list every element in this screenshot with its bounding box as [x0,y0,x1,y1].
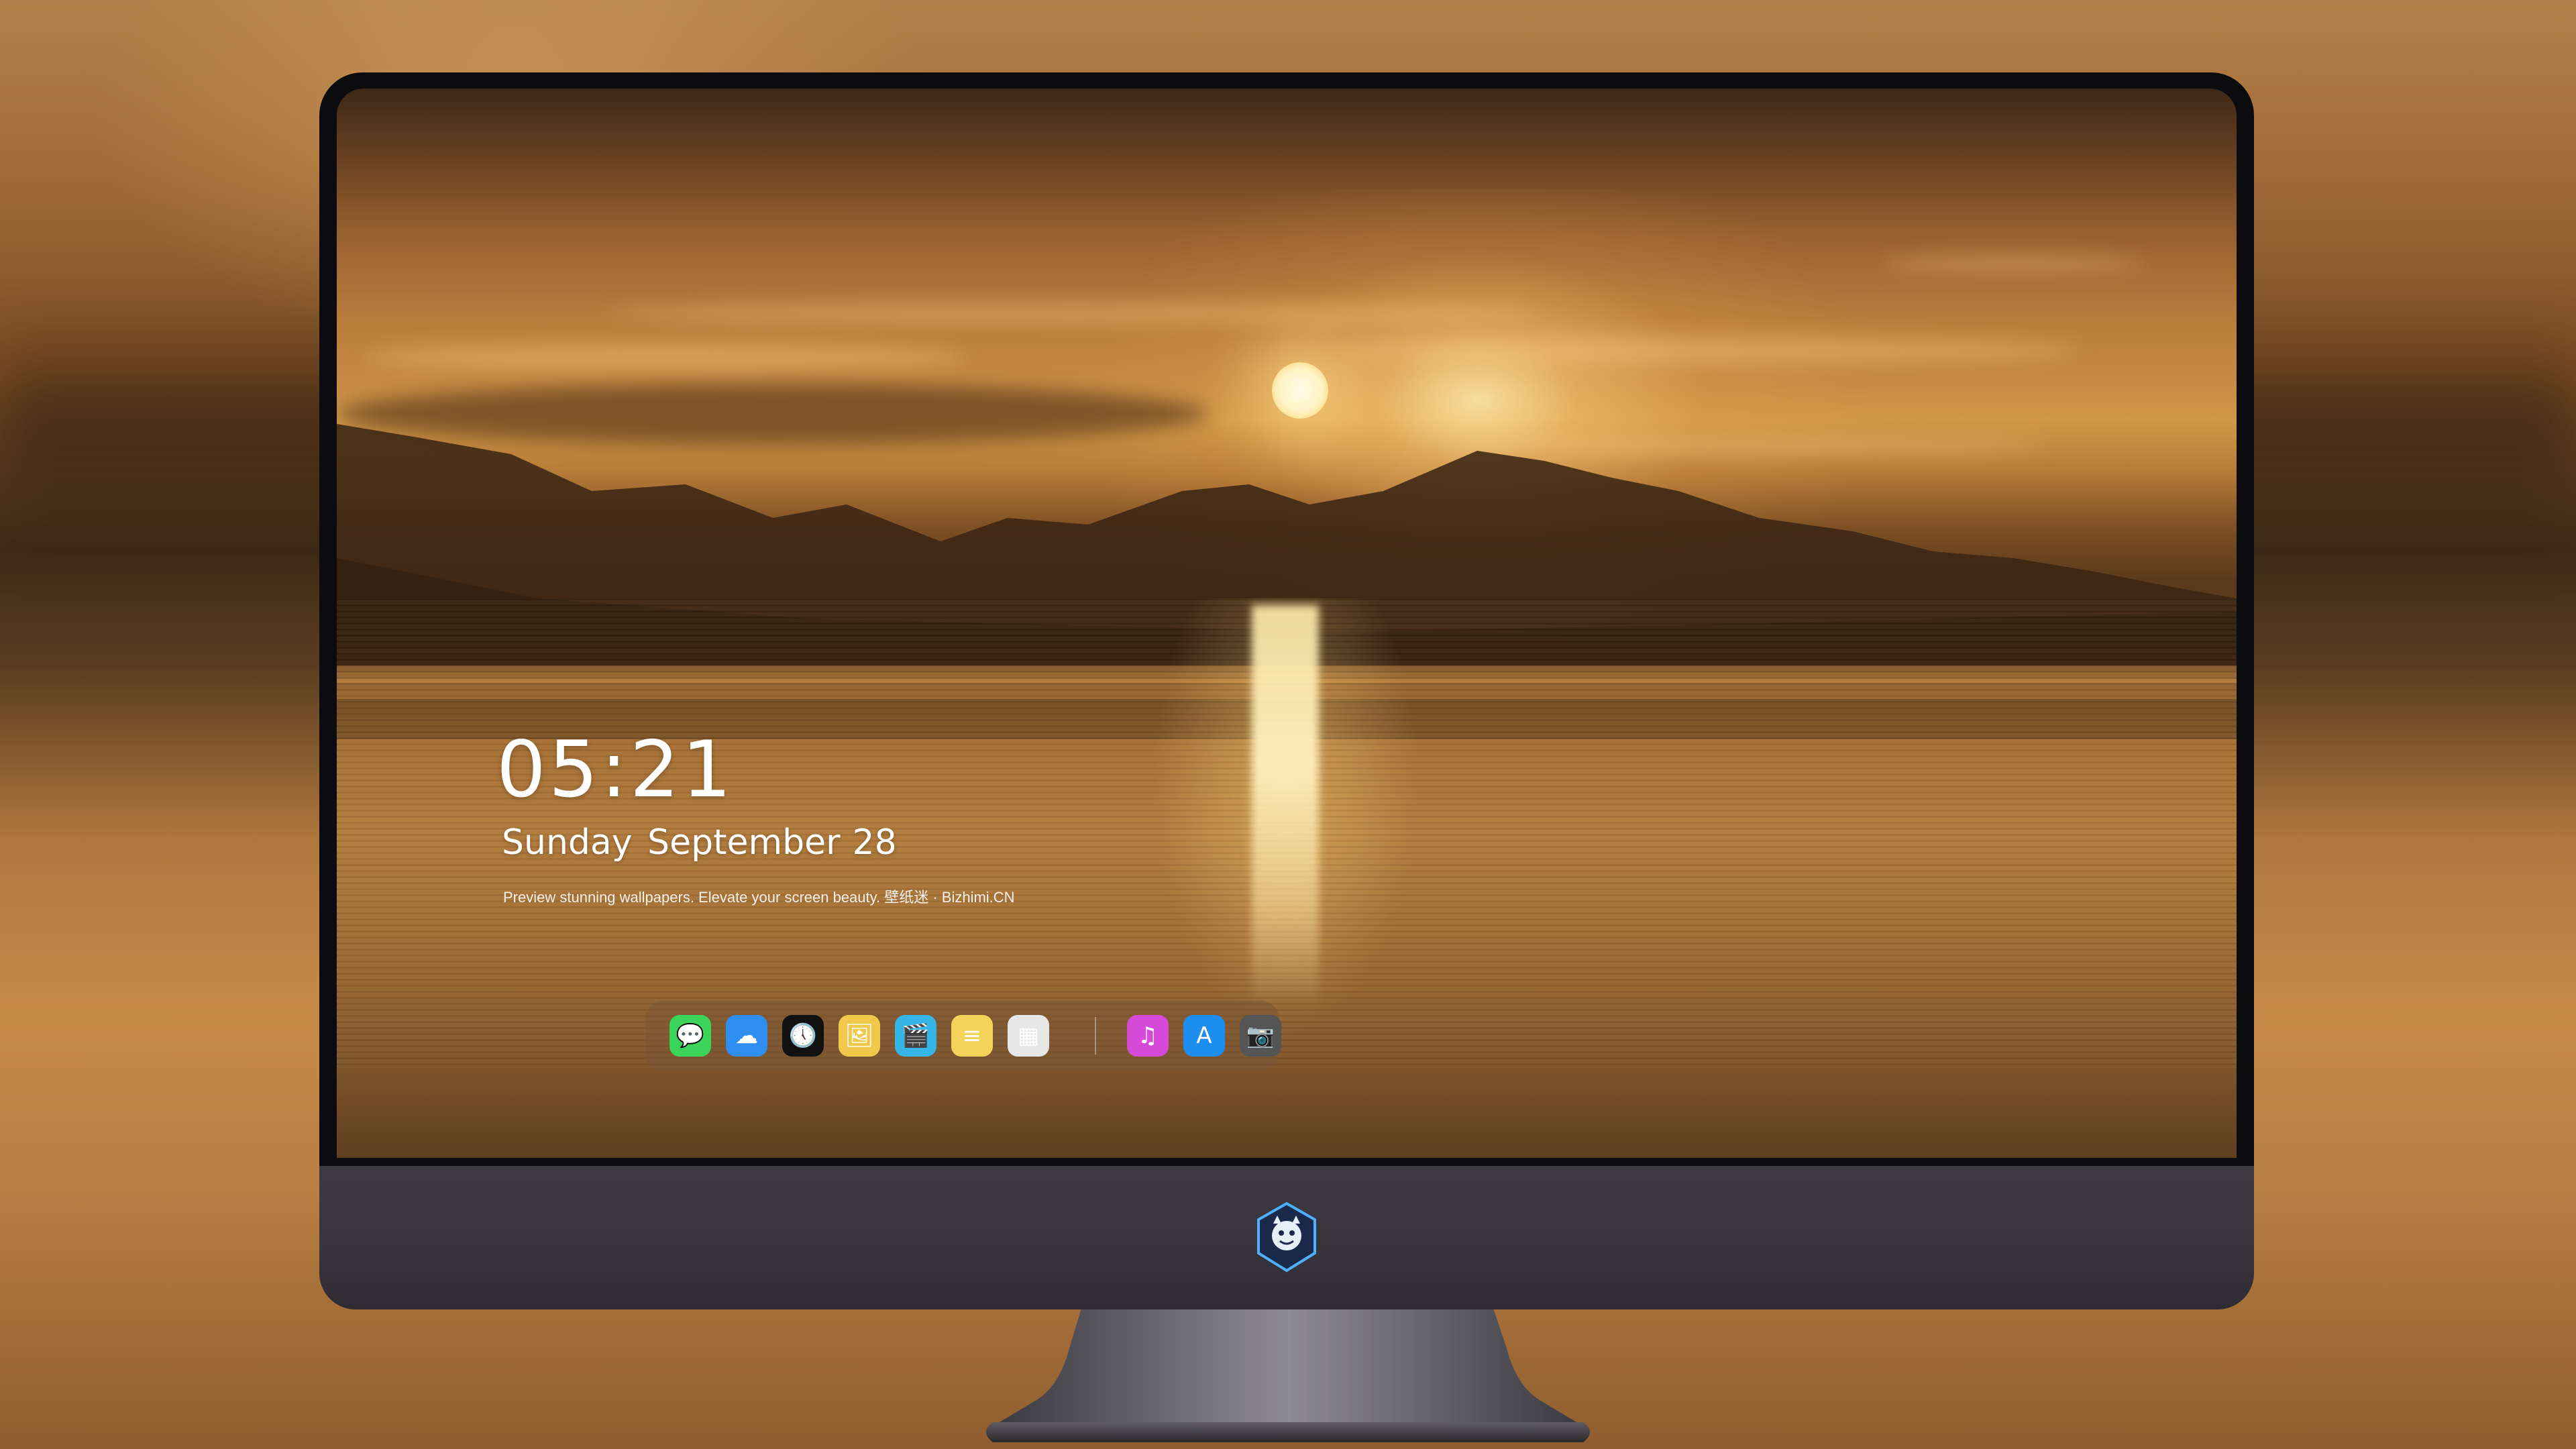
app-store-icon[interactable]: A [1183,1015,1225,1057]
dock-separator [1095,1017,1096,1055]
monitor-bezel [319,72,2254,1166]
sun-reflection [1252,605,1319,1008]
lock-screen[interactable] [337,89,2237,1158]
wallpaper-tagline: Preview stunning wallpapers. Elevate you… [503,889,1015,906]
photo-booth-icon[interactable]: ▦ [1008,1015,1049,1057]
dock: 💬 ☁ 🕔 🖼 🎬 ≡ ▦ ♫ A 📷 [645,1001,1281,1071]
brand-logo-icon [1257,1201,1316,1273]
date-weekday-month: Sunday September [502,822,841,863]
final-cut-icon[interactable]: 🎬 [895,1015,936,1057]
clock-icon[interactable]: 🕔 [782,1015,824,1057]
lock-screen-clock: 05:21 [496,724,735,815]
date-day: 28 [852,822,897,863]
messages-icon[interactable]: 💬 [669,1015,711,1057]
monitor [319,72,2254,1309]
weather-icon[interactable]: ☁ [726,1015,767,1057]
camera-icon[interactable]: 📷 [1240,1015,1281,1057]
preview-icon[interactable]: 🖼 [839,1015,880,1057]
lock-screen-date: Sunday September 28 [502,822,897,863]
itunes-icon[interactable]: ♫ [1127,1015,1169,1057]
notes-icon[interactable]: ≡ [951,1015,993,1057]
